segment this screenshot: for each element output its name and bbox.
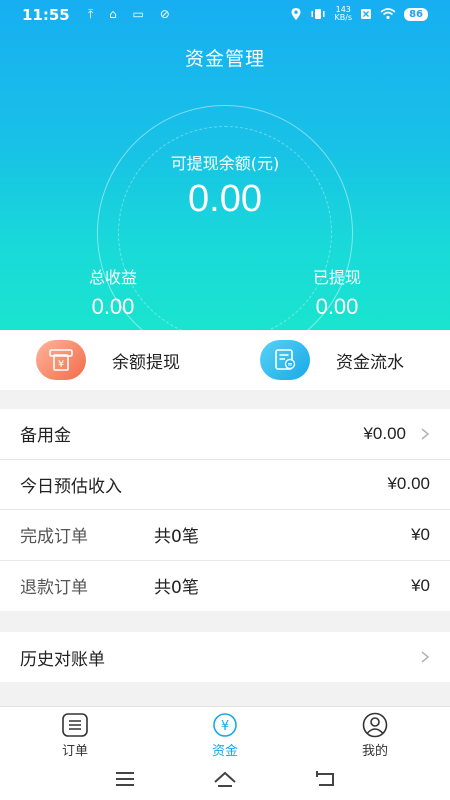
refund-orders-row: 退款订单 共0笔 ¥0 [0, 561, 450, 612]
refund-orders-label: 退款订单 [20, 578, 88, 599]
tab-orders-label: 订单 [61, 744, 88, 759]
page-title: 资金管理 [184, 48, 265, 70]
fund-flow-button[interactable]: 资金流水 [260, 338, 404, 382]
tab-mine-label: 我的 [361, 744, 388, 759]
refund-orders-value: ¥0 [411, 575, 430, 595]
tab-orders[interactable]: 订单 [35, 712, 115, 759]
user-icon [362, 712, 388, 738]
net-speed-unit: KB/s [334, 13, 353, 22]
tab-mine[interactable]: 我的 [335, 712, 415, 759]
back-icon[interactable] [313, 768, 337, 790]
funds-list: 备用金 ¥0.00 今日预估收入 ¥0.00 完成订单 共0笔 ¥0 退款订单 … [0, 409, 450, 611]
yuan-icon: ¥ [213, 713, 237, 737]
withdrawn-value: 0.00 [315, 294, 359, 319]
reserve-fund-label: 备用金 [20, 426, 71, 447]
total-income-value: 0.00 [91, 294, 135, 319]
status-right-group: 143 KB/s 86 [290, 6, 428, 22]
notification-icons: ⤒ ⌂ ▭ ⊘ [88, 7, 176, 21]
fund-flow-icon [260, 340, 310, 380]
wifi-icon [380, 8, 396, 20]
today-income-value: ¥0.00 [387, 474, 430, 494]
withdrawn-label: 已提现 [312, 268, 361, 287]
withdraw-button[interactable]: ¥ 余额提现 [36, 338, 180, 382]
home-icon[interactable] [213, 768, 237, 790]
location-icon [291, 8, 301, 20]
tab-funds[interactable]: ¥ 资金 [185, 712, 265, 759]
balance-header: 11:55 ⤒ ⌂ ▭ ⊘ 143 KB/s 86 资金管理 可提现余额(元) … [0, 0, 450, 361]
no-sim-icon [361, 9, 372, 19]
completed-orders-label: 完成订单 [20, 527, 88, 548]
status-bar: 11:55 ⤒ ⌂ ▭ ⊘ 143 KB/s 86 [0, 0, 450, 30]
svg-text:¥: ¥ [58, 359, 64, 370]
vibrate-icon [311, 9, 325, 19]
total-income-label: 总收益 [88, 268, 137, 287]
menu-icon[interactable] [113, 768, 137, 790]
status-time: 11:55 [22, 6, 70, 24]
refund-orders-count: 共0笔 [154, 578, 199, 599]
tab-funds-label: 资金 [211, 744, 238, 759]
completed-orders-row: 完成订单 共0笔 ¥0 [0, 510, 450, 561]
reserve-fund-value: ¥0.00 [363, 423, 406, 443]
chevron-right-icon [421, 428, 430, 440]
action-row: ¥ 余额提现 资金流水 [0, 330, 450, 390]
available-balance-value: 0.00 [188, 178, 262, 220]
withdrawn-stat: 已提现 0.00 [262, 264, 412, 320]
chevron-right-icon [421, 651, 430, 663]
completed-orders-count: 共0笔 [154, 527, 199, 548]
available-balance-label: 可提现余额(元) [170, 154, 280, 173]
bottom-tab-bar: 订单 ¥ 资金 我的 [0, 706, 450, 760]
today-income-label: 今日预估收入 [20, 476, 122, 497]
completed-orders-value: ¥0 [411, 524, 430, 544]
system-nav-bar [0, 760, 450, 800]
total-income-stat: 总收益 0.00 [38, 264, 188, 320]
svg-text:¥: ¥ [221, 719, 229, 734]
history-statement-row[interactable]: 历史对账单 [0, 632, 450, 682]
fund-flow-label: 资金流水 [336, 352, 404, 373]
net-speed: 143 KB/s [334, 6, 352, 22]
battery-indicator: 86 [404, 7, 428, 21]
orders-icon [62, 713, 88, 737]
history-statement-label: 历史对账单 [20, 649, 105, 670]
today-income-row: 今日预估收入 ¥0.00 [0, 460, 450, 510]
withdraw-label: 余额提现 [112, 352, 180, 373]
reserve-fund-row[interactable]: 备用金 ¥0.00 [0, 409, 450, 460]
withdraw-icon: ¥ [36, 340, 86, 380]
